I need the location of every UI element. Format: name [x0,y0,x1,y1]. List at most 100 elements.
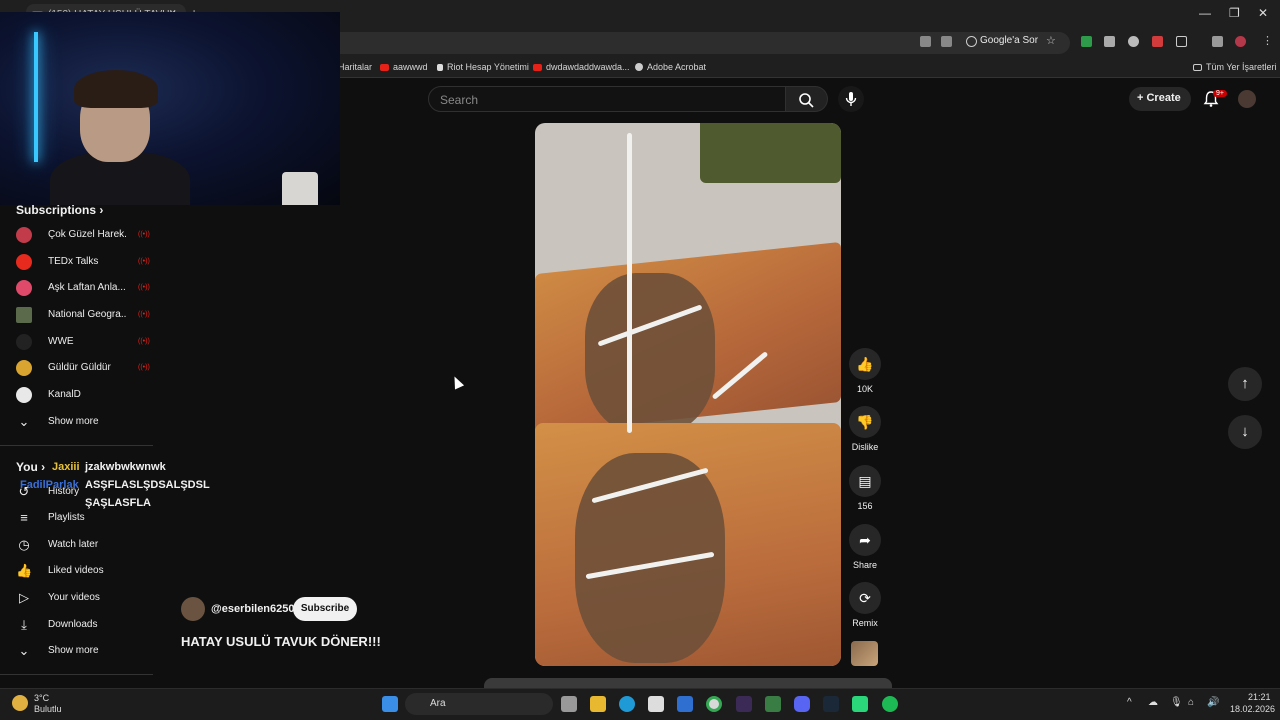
windows-start-icon[interactable] [382,696,398,712]
maximize-icon[interactable]: ❐ [1229,6,1240,20]
sound-thumbnail[interactable] [851,641,878,666]
clock-time[interactable]: 21:21 [1248,692,1271,702]
nav-playlists[interactable]: ≡ Playlists [16,510,146,528]
reading-list-icon[interactable] [1212,36,1223,47]
you-header[interactable]: You › [16,460,45,474]
file-explorer-icon[interactable] [590,696,606,712]
extension-green-icon[interactable] [1081,36,1092,47]
neon-light [34,32,38,162]
subscription-item[interactable]: Aşk Laftan Anla... ((•)) [16,280,150,298]
nav-liked-videos[interactable]: 👍 Liked videos [16,563,146,581]
nav-your-videos[interactable]: ▷ Your videos [16,590,146,608]
chevron-right-icon: › [99,203,104,217]
clock-date[interactable]: 18.02.2026 [1230,704,1275,714]
app-icon[interactable] [852,696,868,712]
extension-icon[interactable] [1104,36,1115,47]
menu-kebab-icon[interactable]: ⋮ [1262,36,1273,47]
channel-name[interactable]: @eserbilen6250 [211,603,295,615]
next-short-preview [484,678,892,688]
arrow-down-icon: ↓ [1241,423,1249,440]
windows-taskbar [0,688,1280,720]
spotify-icon[interactable] [882,696,898,712]
chat-username: Jaxiii [52,461,80,473]
short-title[interactable]: HATAY USULÜ TAVUK DÖNER!!! [181,634,381,649]
pickle-tray [700,123,841,183]
translate-icon[interactable] [920,36,931,47]
network-icon[interactable]: ⌂ [1188,697,1194,708]
comment-icon: ▤ [849,465,881,497]
chrome-icon[interactable] [706,696,722,712]
chat-username: FadilParlak [20,479,79,491]
search-icon [799,93,814,108]
bookmark-star-icon[interactable]: ☆ [1046,36,1057,47]
volume-icon[interactable]: 🔊 [1207,697,1219,708]
bookmark-item[interactable]: Adobe Acrobat [635,62,706,72]
weather-temp: 3°C [34,693,50,703]
minimize-icon[interactable]: — [1199,6,1211,20]
next-short-button[interactable]: ↓ [1228,415,1262,449]
watch-later-icon: ◷ [18,537,30,552]
live-icon: ((•)) [138,311,150,318]
profile-icon[interactable] [1235,36,1246,47]
sauce-stream [627,133,632,433]
share-button[interactable]: ➦ Share [849,524,881,570]
channel-avatar[interactable] [181,597,205,621]
all-bookmarks[interactable]: Tüm Yer İşaretleri [1193,62,1277,72]
mug [282,172,318,205]
ask-google-button[interactable]: Google'a Sor [980,35,1038,46]
voice-search-button[interactable] [838,86,864,112]
app-icon[interactable] [765,696,781,712]
outlook-icon[interactable] [677,696,693,712]
bookmark-item[interactable]: Haritalar [338,62,372,72]
show-more-you[interactable]: ⌄ Show more [16,643,146,661]
close-window-icon[interactable]: ✕ [1258,6,1268,20]
nav-watch-later[interactable]: ◷ Watch later [16,537,146,555]
bookmark-item[interactable]: Riot Hesap Yönetimi [437,62,529,72]
create-button[interactable]: + Create [1129,87,1191,111]
arrow-up-icon: ↑ [1241,375,1249,392]
app-icon[interactable] [736,696,752,712]
downloads-icon: ⤓ [21,617,27,632]
taskbar-search[interactable]: Ara [405,693,553,715]
extension-cookie-icon[interactable] [1128,36,1139,47]
discord-icon[interactable] [794,696,810,712]
subscriptions-header[interactable]: Subscriptions › [16,203,103,217]
onedrive-icon[interactable]: ☁ [1148,697,1158,708]
channel-avatar [16,360,32,376]
live-icon: ((•)) [138,258,150,265]
dislike-button[interactable]: 👎 Dislike [849,406,881,452]
thumbs-down-icon: 👎 [849,406,881,438]
extensions-puzzle-icon[interactable] [1176,36,1187,47]
nav-downloads[interactable]: ⤓ Downloads [16,617,146,635]
subscription-item[interactable]: Güldür Güldür ((•)) [16,360,150,378]
cast-icon[interactable] [941,36,952,47]
globe-icon [635,63,643,71]
bookmark-item[interactable]: aawwwd [380,62,428,72]
subscription-item[interactable]: KanalD [16,387,146,405]
subscription-item[interactable]: Çok Güzel Harek... ((•)) [16,227,150,245]
microphone-icon[interactable]: 🎙 [1170,697,1183,708]
subscription-item[interactable]: TEDx Talks ((•)) [16,254,150,272]
google-lens-icon[interactable] [966,36,977,47]
avatar[interactable] [1238,90,1256,108]
store-icon[interactable] [648,696,664,712]
weather-icon[interactable] [12,695,28,711]
search-button[interactable] [786,86,828,112]
tray-chevron-icon[interactable]: ^ [1127,697,1132,708]
show-more-subscriptions[interactable]: ⌄ Show more [16,414,146,432]
previous-short-button[interactable]: ↑ [1228,367,1262,401]
steam-icon[interactable] [823,696,839,712]
remix-button[interactable]: ⟳ Remix [849,582,881,628]
comments-button[interactable]: ▤ 156 [849,465,881,511]
extension-red-icon[interactable] [1152,36,1163,47]
address-bar[interactable] [330,32,1070,54]
search-input[interactable]: Search [428,86,786,112]
edge-icon[interactable] [619,696,635,712]
subscription-item[interactable]: WWE ((•)) [16,334,150,352]
subscription-item[interactable]: National Geogra... ((•)) [16,307,150,325]
short-video-player[interactable] [535,123,841,666]
subscribe-button[interactable]: Subscribe [293,597,357,621]
bookmark-item[interactable]: dwdawdaddwawda... [533,62,630,72]
like-button[interactable]: 👍 10K [849,348,881,394]
task-view-icon[interactable] [561,696,577,712]
